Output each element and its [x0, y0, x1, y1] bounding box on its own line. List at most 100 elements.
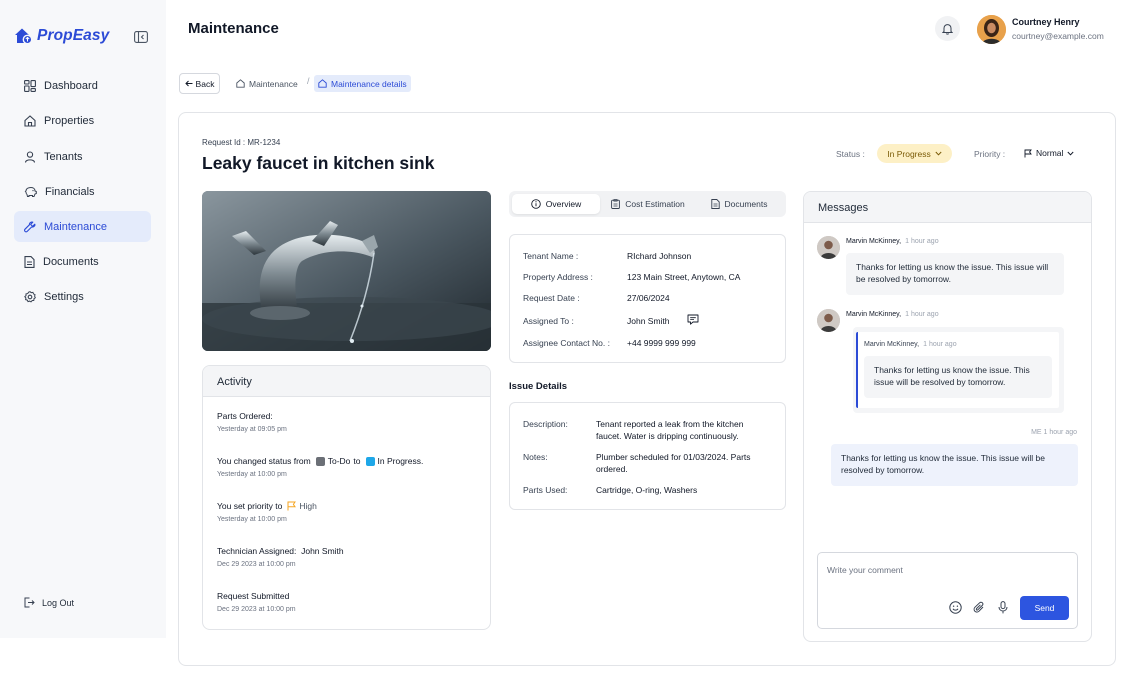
assigned-to-value: John Smith: [627, 316, 670, 326]
activity-time: Dec 29 2023 at 10:00 pm: [217, 561, 296, 568]
dashboard-icon: [24, 79, 36, 92]
back-button[interactable]: Back: [179, 73, 220, 94]
user-avatar[interactable]: [977, 15, 1006, 44]
priority-value: Normal: [1036, 148, 1064, 158]
logout-button[interactable]: Log Out: [24, 597, 74, 608]
user-name: Courtney Henry: [1012, 17, 1080, 27]
document-icon: [710, 199, 720, 209]
priority-dropdown[interactable]: Normal: [1024, 148, 1074, 158]
home-icon: [24, 114, 36, 127]
status-dropdown[interactable]: In Progress: [877, 144, 952, 163]
issue-label: Description:: [523, 419, 568, 429]
issue-parts-used: Cartridge, O-ring, Washers: [596, 485, 698, 495]
activity-time: Yesterday at 10:00 pm: [217, 471, 287, 478]
tab-documents[interactable]: Documents: [699, 194, 779, 214]
sidebar-item-properties[interactable]: Properties: [14, 105, 151, 136]
breadcrumb-maintenance[interactable]: Maintenance: [236, 75, 298, 92]
property-address-value: 123 Main Street, Anytown, CA: [627, 272, 741, 282]
message-bubble: Thanks for letting us know the issue. Th…: [864, 356, 1052, 398]
tab-overview[interactable]: Overview: [512, 194, 600, 214]
messages-panel: Messages Marvin McKinney, 1 hour ago Than…: [803, 191, 1092, 642]
info-label: Request Date :: [523, 293, 580, 303]
sidebar-item-documents[interactable]: Documents: [14, 246, 151, 277]
user-icon: [24, 150, 36, 163]
activity-text: You set priority to: [217, 501, 283, 511]
activity-text: Parts Ordered:: [217, 411, 273, 421]
sidebar-item-label: Documents: [43, 255, 99, 268]
info-label: Tenant Name :: [523, 251, 579, 261]
activity-item: Request Submitted Dec 29 2023 at 10:00 p…: [217, 591, 296, 613]
sidebar-item-financials[interactable]: Financials: [14, 176, 151, 207]
sidebar: PropEasy Dashboard Properties Tenants Fi…: [0, 0, 166, 638]
message-time: 1 hour ago: [905, 238, 939, 245]
activity-time: Yesterday at 09:05 pm: [217, 426, 287, 433]
sidebar-item-tenants[interactable]: Tenants: [14, 141, 151, 172]
activity-from: To-Do: [327, 456, 351, 466]
activity-time: Dec 29 2023 at 10:00 pm: [217, 606, 296, 613]
activity-text: to: [353, 456, 361, 466]
chat-icon[interactable]: [687, 314, 699, 325]
tab-label: Documents: [724, 199, 768, 209]
activity-item: You changed status from To-Do to In Prog…: [217, 456, 423, 478]
issue-description: Tenant reported a leak from the kitchen …: [596, 419, 744, 441]
activity-to: In Progress.: [377, 456, 424, 466]
flag-icon: [1024, 149, 1032, 157]
logo[interactable]: PropEasy: [14, 27, 109, 45]
document-icon: [24, 255, 35, 268]
sidebar-item-label: Maintenance: [44, 220, 107, 233]
message-time: 1 hour ago: [905, 311, 939, 318]
activity-item: Parts Ordered: Yesterday at 09:05 pm: [217, 411, 287, 433]
sidebar-item-dashboard[interactable]: Dashboard: [14, 70, 151, 101]
comment-input[interactable]: Write your comment: [827, 565, 903, 575]
send-button[interactable]: Send: [1020, 596, 1069, 620]
request-id: Request Id : MR-1234: [202, 138, 281, 147]
message-bubble: Thanks for letting us know the issue. Th…: [846, 253, 1064, 295]
messages-title: Messages: [804, 192, 1091, 223]
info-label: Assignee Contact No. :: [523, 338, 610, 348]
microphone-icon[interactable]: [998, 601, 1008, 614]
tab-label: Overview: [545, 199, 582, 209]
issue-label: Notes:: [523, 452, 548, 462]
status-value: In Progress: [887, 148, 931, 159]
sidebar-item-label: Dashboard: [44, 79, 98, 92]
message-time: 1 hour ago: [923, 341, 957, 348]
breadcrumb-label: Maintenance: [249, 78, 298, 89]
overview-panel: Tenant Name : RIchard Johnson Property A…: [509, 234, 786, 363]
in-progress-status-swatch: [365, 456, 375, 466]
activity-title: Activity: [203, 366, 490, 397]
sidebar-item-label: Tenants: [44, 150, 83, 163]
message-author: Marvin McKinney,: [846, 311, 902, 318]
avatar: [817, 236, 840, 259]
my-message-bubble: Thanks for letting us know the issue. Th…: [831, 444, 1078, 486]
tab-cost-estimation[interactable]: Cost Estimation: [605, 194, 691, 214]
faucet-photo: [202, 191, 491, 351]
paperclip-icon[interactable]: [973, 601, 985, 614]
sidebar-item-label: Properties: [44, 114, 95, 127]
info-label: Assigned To :: [523, 316, 574, 326]
sidebar-collapse-icon[interactable]: [134, 31, 148, 43]
sidebar-item-maintenance[interactable]: Maintenance: [14, 211, 151, 242]
todo-status-swatch: [315, 456, 325, 466]
issue-notes: Plumber scheduled for 01/03/2024. Parts …: [596, 452, 751, 474]
activity-priority-value: High: [299, 501, 317, 511]
home-icon: [318, 79, 327, 88]
issue-details-panel: Description: Tenant reported a leak from…: [509, 402, 786, 510]
piggy-bank-icon: [24, 186, 37, 197]
wrench-icon: [24, 221, 36, 232]
comment-composer[interactable]: Write your comment Send: [817, 552, 1078, 629]
notifications-button[interactable]: [935, 16, 960, 41]
user-email: courtney@example.com: [1012, 31, 1104, 41]
sidebar-item-settings[interactable]: Settings: [14, 281, 151, 312]
quoted-message: Marvin McKinney, 1 hour ago Thanks for le…: [853, 327, 1064, 413]
emoji-icon[interactable]: [949, 601, 962, 614]
logo-text: PropEasy: [37, 27, 110, 44]
chevron-down-icon: [1067, 151, 1074, 156]
activity-text: You changed status from: [217, 456, 311, 466]
back-label: Back: [195, 78, 215, 89]
chevron-down-icon: [935, 151, 942, 156]
bell-icon: [942, 23, 953, 35]
message-time: ME 1 hour ago: [1031, 429, 1077, 436]
message-author: Marvin McKinney,: [846, 238, 902, 245]
gear-icon: [24, 290, 36, 303]
status-label: Status :: [836, 149, 865, 159]
